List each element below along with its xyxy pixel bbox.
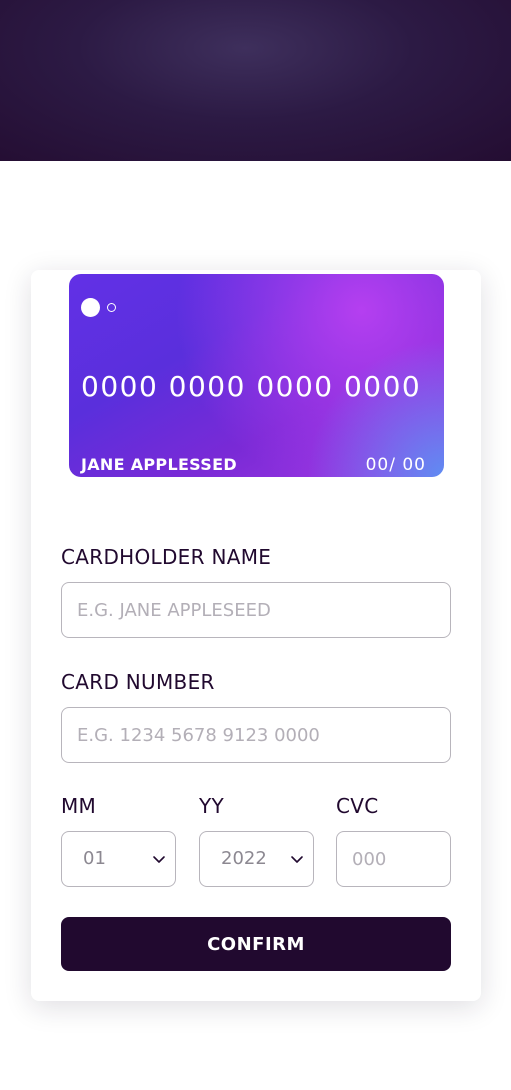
year-label: YY	[199, 794, 225, 818]
card-logo-dot-small	[107, 303, 116, 312]
cardholder-name-input[interactable]	[61, 582, 451, 638]
chevron-down-icon	[153, 856, 165, 863]
credit-card-preview: 0000 0000 0000 0000 JANE APPLESSED 00/ 0…	[69, 274, 444, 477]
year-select-value: 2022	[221, 848, 267, 869]
card-holder-display: JANE APPLESSED	[81, 455, 237, 474]
header-background	[0, 0, 511, 161]
card-number-input[interactable]	[61, 707, 451, 763]
cardholder-name-label: CARDHOLDER NAME	[61, 545, 272, 569]
confirm-button[interactable]: CONFIRM	[61, 917, 451, 971]
card-expiry-display: 00/ 00	[365, 455, 426, 475]
month-select-value: 01	[83, 848, 106, 869]
cvc-input[interactable]	[336, 831, 451, 887]
cvc-label: CVC	[336, 794, 379, 818]
chevron-down-icon	[291, 856, 303, 863]
card-logo-dot-large	[81, 298, 100, 317]
year-select[interactable]: 2022	[199, 831, 314, 887]
card-number-label: CARD NUMBER	[61, 670, 215, 694]
month-select[interactable]: 01	[61, 831, 176, 887]
month-label: MM	[61, 794, 97, 818]
card-number-display: 0000 0000 0000 0000	[81, 370, 422, 403]
